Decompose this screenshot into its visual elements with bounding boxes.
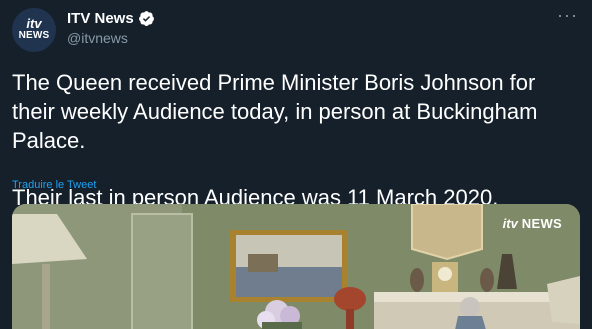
itv-news-watermark: itv NEWS [503,216,562,231]
author-handle[interactable]: @itvnews [67,30,128,46]
avatar-logo-top: itv [26,16,42,31]
tweet-card: itv NEWS ITV News @itvnews ··· The Queen… [0,0,592,329]
watermark-news: NEWS [521,216,562,231]
watermark-itv: itv [502,216,518,231]
more-icon[interactable]: ··· [557,6,578,24]
avatar[interactable]: itv NEWS [12,8,56,52]
tweet-text: The Queen received Prime Minister Boris … [12,68,582,212]
author-name-row: ITV News [67,10,155,27]
verified-badge-icon [138,10,155,27]
avatar-logo-bottom: NEWS [18,30,50,41]
media-scene [12,204,580,329]
tweet-media-image[interactable]: itv NEWS [12,204,580,329]
display-name[interactable]: ITV News [67,10,134,27]
tweet-paragraph-1: The Queen received Prime Minister Boris … [12,70,538,153]
translate-tweet-link[interactable]: Traduire le Tweet [12,179,96,191]
